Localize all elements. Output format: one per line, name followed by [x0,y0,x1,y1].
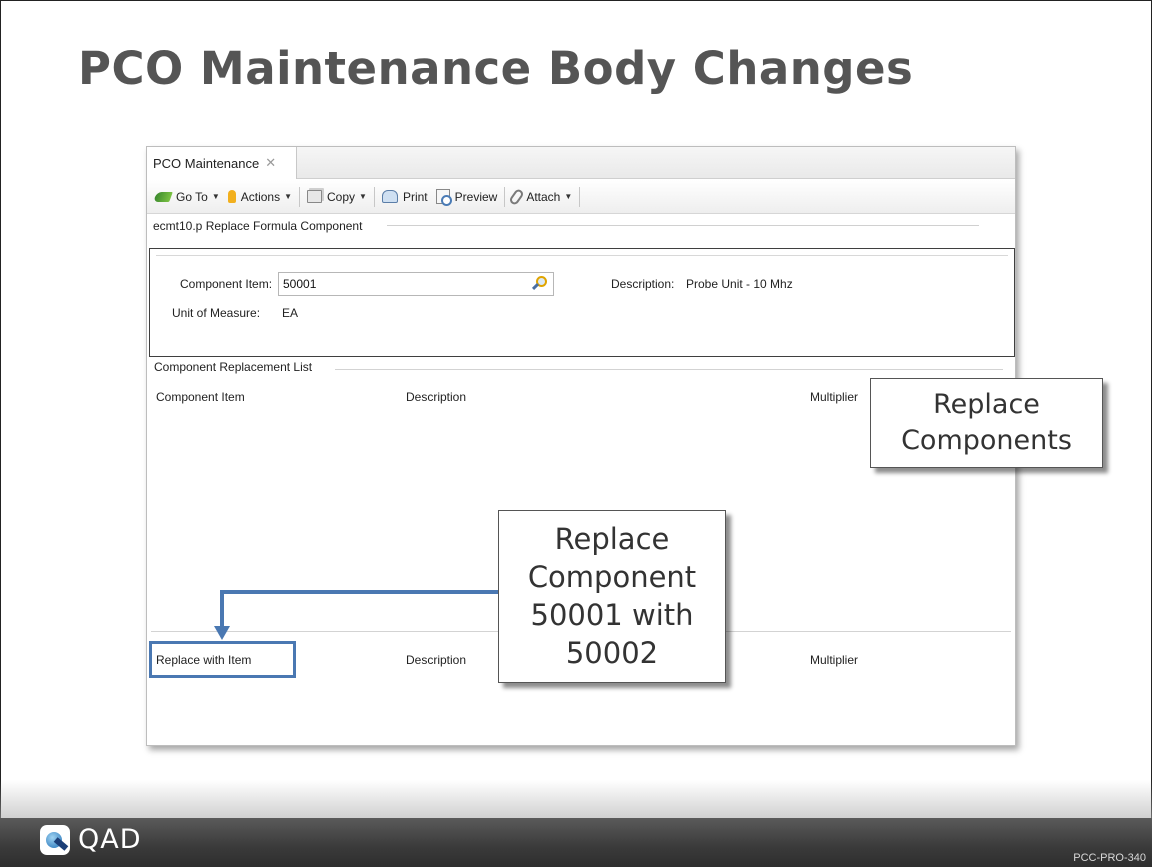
logo-text: QAD [78,824,142,855]
arrow-line [220,590,500,628]
callout-line: Replace [933,389,1040,420]
qad-logo: QAD [40,824,142,855]
qad-logo-icon [40,824,70,855]
footer-bar [0,818,1152,867]
callout-replace-components: Replace Components [870,378,1103,468]
arrow-head [214,626,230,640]
callout-line: Components [901,425,1072,456]
callout-line: Replace [554,522,670,556]
callout-replace-component: Replace Component 50001 with 50002 [498,510,726,683]
slide-code: PCC-PRO-340 [1073,852,1146,864]
callout-line: Component [527,560,697,594]
callout-line: 50001 with [530,598,694,632]
footer-fade [0,780,1152,818]
callout-line: 50002 [565,636,659,670]
